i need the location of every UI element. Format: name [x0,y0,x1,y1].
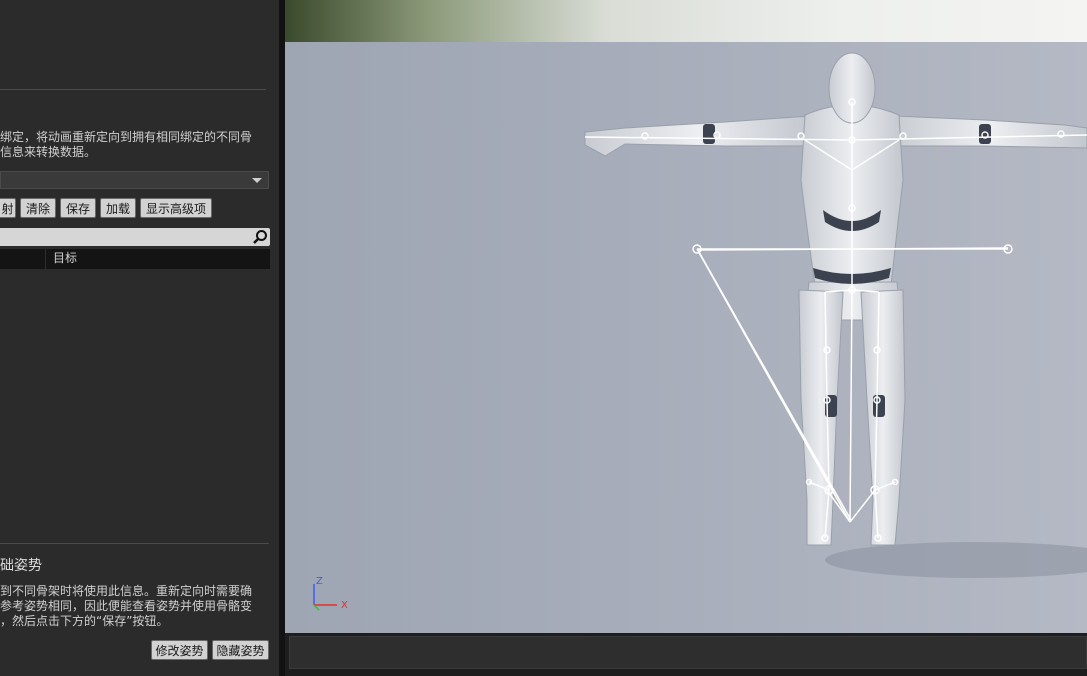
auto-map-button[interactable]: 射 [0,198,16,218]
search-icon [253,230,267,244]
chevron-down-icon [252,178,262,183]
base-pose-title: 础姿势 [0,558,42,574]
mannequin-body [584,52,1087,546]
axis-z-label: Z [316,576,323,587]
search-input[interactable] [0,228,270,246]
load-button[interactable]: 加载 [100,198,136,218]
viewport-bottom-bar [285,633,1087,676]
axis-gizmo [313,584,337,611]
base-pose-description-line1: 到不同骨架时将使用此信息。重新定向时需要确 [0,584,253,598]
retarget-panel: 绑定，将动画重新定向到拥有相同绑定的不同骨 信息来转换数据。 射 清除 保存 加… [0,0,279,676]
section-divider [0,543,269,544]
save-button[interactable]: 保存 [60,198,96,218]
skeleton-viewport[interactable]: Z X [285,0,1087,633]
character-shadow [825,542,1087,578]
column-divider [45,249,46,269]
show-advanced-button[interactable]: 显示高级项 [140,198,212,218]
mannequin-scene: Z X [313,52,1087,611]
section-divider [0,89,266,90]
retarget-description-line1: 绑定，将动画重新定向到拥有相同绑定的不同骨 [0,130,253,144]
base-pose-description-line2: 参考姿势相同，因此便能查看姿势并使用骨骼变 [0,599,253,613]
timeline-bar[interactable] [289,636,1087,669]
axis-x-label: X [341,600,348,611]
bone-table-header: 目标 [0,249,270,269]
target-column-header: 目标 [53,251,78,265]
base-pose-description-line3: ，然后点击下方的“保存”按钮。 [0,614,169,628]
retarget-description-line2: 信息来转换数据。 [0,145,97,159]
rig-dropdown[interactable] [0,171,269,189]
modify-pose-button[interactable]: 修改姿势 [151,640,208,660]
clear-button[interactable]: 清除 [20,198,56,218]
hide-pose-button[interactable]: 隐藏姿势 [212,640,269,660]
